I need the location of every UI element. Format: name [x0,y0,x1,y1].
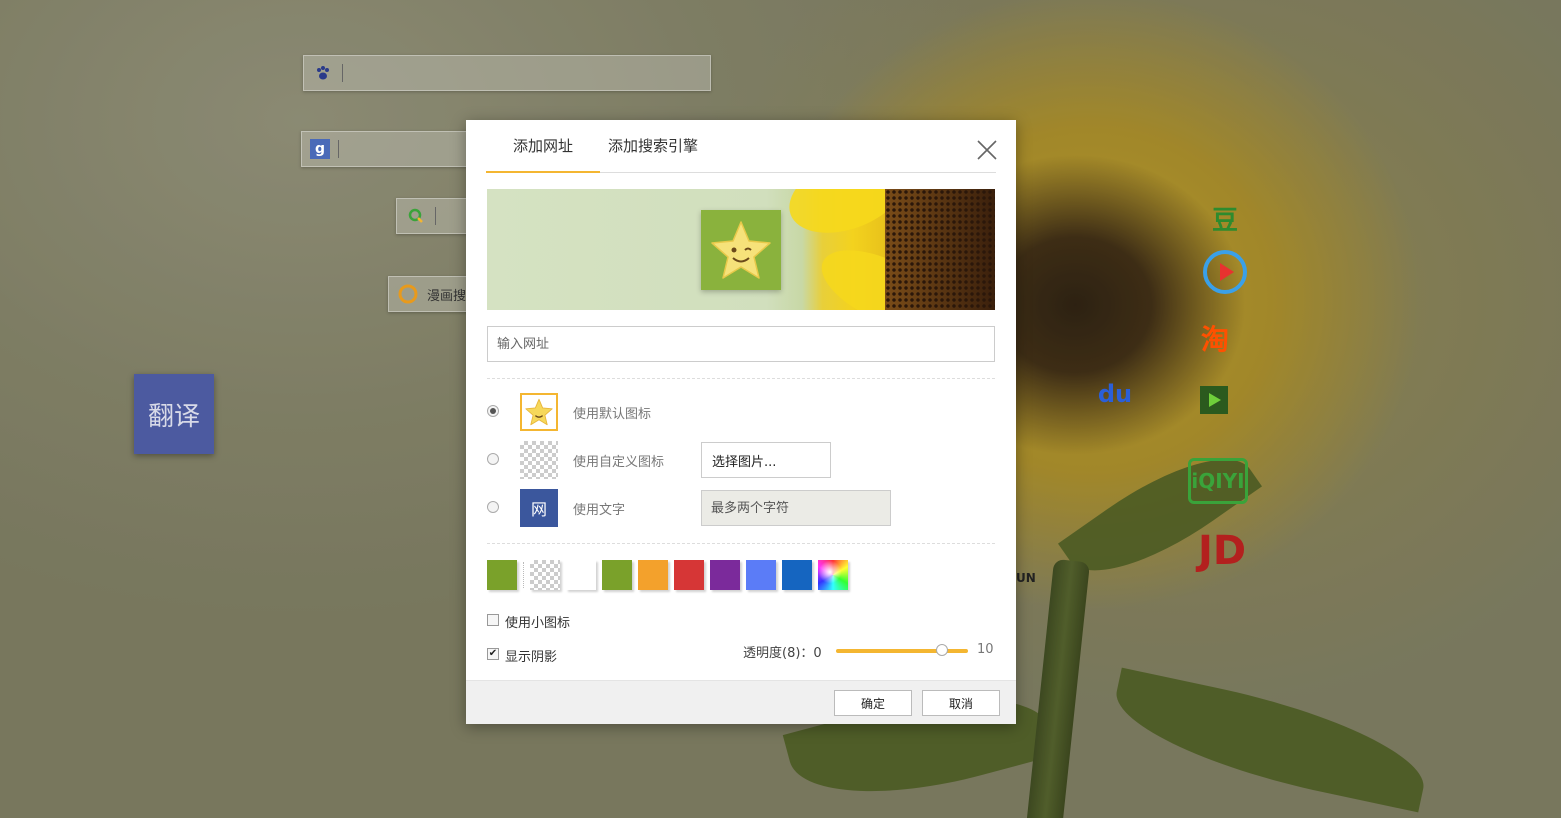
comic-search-text: 漫画搜 [427,288,467,304]
preview-seeds [885,189,995,310]
small-icon-checkbox[interactable] [487,614,499,626]
bg-search-bar-baidu[interactable] [303,55,711,91]
partial-label: UN [1016,571,1036,585]
show-shadow-checkbox[interactable]: ✔ [487,648,499,660]
douban-icon[interactable]: 豆 [1205,200,1245,236]
small-icon-label: 使用小图标 [505,616,571,631]
show-shadow-label: 显示阴影 [505,650,558,665]
tab-add-search-engine[interactable]: 添加搜索引擎 [600,120,706,173]
transparent-icon-thumb [520,441,558,479]
swatch-transparent[interactable] [530,560,560,590]
icon-text-input[interactable] [701,490,891,526]
choose-image-button[interactable]: 选择图片... [701,442,831,478]
divider [487,543,995,544]
swatch-separator [523,562,524,588]
close-button[interactable] [976,139,998,161]
swatch-orange[interactable] [638,560,668,590]
custom-icon-label: 使用自定义图标 [573,455,665,470]
swatch-blue[interactable] [746,560,776,590]
dialog-footer: 确定 取消 [466,680,1016,724]
star-face-icon [711,221,771,279]
taobao-icon[interactable]: 淘 [1192,315,1238,361]
opacity-label: 透明度(8)：0 [743,646,822,661]
star-face-icon [525,398,553,426]
opacity-max-label: 10 [977,642,994,657]
google-g-icon: g [310,139,330,159]
text-icon-thumb: 网 [520,489,558,527]
youku-icon[interactable] [1200,248,1250,296]
baidu-du-icon[interactable]: du [1090,370,1140,418]
preview-icon-tile [701,210,781,290]
separator [435,207,436,225]
baidu-paw-icon [312,62,334,84]
default-icon-thumb [520,393,558,431]
radio-text-icon[interactable] [487,501,499,513]
swatch-red[interactable] [674,560,704,590]
swatch-color-picker[interactable] [818,560,848,590]
jd-icon[interactable]: JD [1190,524,1254,578]
close-icon [977,140,997,160]
add-shortcut-dialog: 添加网址 添加搜索引擎 使用默认图标 使用自定义图标 选择图片... [466,120,1016,724]
so-search-icon [405,205,427,227]
tab-add-url[interactable]: 添加网址 [486,120,600,173]
bg-search-bar-google[interactable]: g [301,131,471,167]
iqiyi-icon[interactable]: iQIYI [1188,458,1248,504]
swatch-dark-blue[interactable] [782,560,812,590]
swatch-green[interactable] [602,560,632,590]
dialog-tabs: 添加网址 添加搜索引擎 [486,120,996,173]
divider [487,378,995,379]
separator [338,140,339,158]
confirm-button[interactable]: 确定 [834,690,912,716]
swatch-purple[interactable] [710,560,740,590]
swatch-current[interactable] [487,560,517,590]
default-icon-label: 使用默认图标 [573,407,652,422]
opacity-slider-thumb[interactable] [935,644,948,656]
bg-search-bar-so[interactable] [396,198,471,234]
icon-preview [487,189,995,310]
text-icon-label: 使用文字 [573,503,626,518]
opacity-slider-track[interactable] [836,649,968,653]
radio-custom-icon[interactable] [487,453,499,465]
url-input[interactable] [487,326,995,362]
bg-search-bar-comic[interactable]: 漫画搜 [388,276,471,312]
translate-tile[interactable]: 翻译 [134,374,214,454]
radio-default-icon[interactable] [487,405,499,417]
comic-search-icon [397,283,419,305]
separator [342,64,343,82]
swatch-white[interactable] [566,560,596,590]
cancel-button[interactable]: 取消 [922,690,1000,716]
video-icon[interactable] [1192,378,1236,422]
